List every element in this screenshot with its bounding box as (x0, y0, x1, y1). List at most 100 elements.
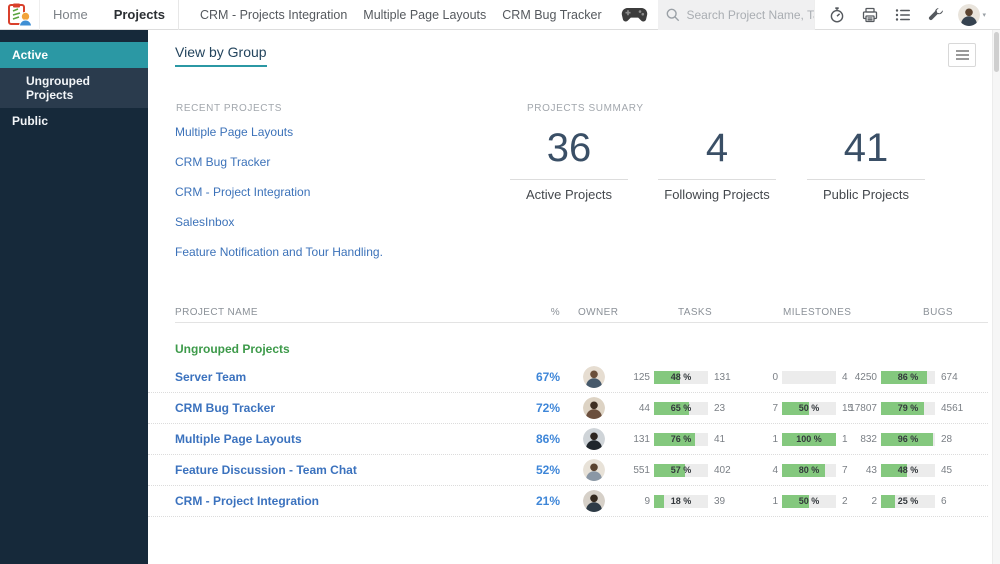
project-table: Server Team 67% 125 48 % 131 0 4 4250 86… (148, 362, 988, 517)
bugs-closed-count: 45 (941, 465, 953, 476)
project-percent-link[interactable]: 72% (536, 401, 560, 415)
project-link[interactable]: CRM - Project Integration (175, 494, 319, 508)
sidebar-item-ungrouped-projects[interactable]: Ungrouped Projects (0, 68, 148, 108)
project-percent-link[interactable]: 21% (536, 494, 560, 508)
view-by-group-selector[interactable]: View by Group (175, 44, 267, 67)
project-percent-link[interactable]: 67% (536, 370, 560, 384)
project-percent-link[interactable]: 86% (536, 432, 560, 446)
milestones-open-count: 1 (772, 434, 778, 445)
nav-projects[interactable]: Projects (101, 0, 178, 30)
gamepad-icon[interactable] (621, 7, 648, 22)
tasks-closed-count: 402 (714, 465, 731, 476)
milestones-progress-bar (782, 362, 836, 393)
search-icon (667, 8, 680, 21)
scrollbar-thumb[interactable] (994, 32, 999, 72)
owner-avatar[interactable] (583, 428, 605, 450)
feed-icon[interactable] (895, 7, 911, 23)
tasks-progress-bar: 18 % (654, 486, 708, 517)
printer-icon[interactable] (862, 7, 878, 23)
chevron-down-icon: ▾ (982, 11, 986, 19)
tasks-closed-count: 41 (714, 434, 726, 445)
tasks-closed-count: 23 (714, 403, 726, 414)
bugs-closed-count: 4561 (941, 403, 964, 414)
search-input[interactable] (686, 7, 815, 22)
project-group-label: Ungrouped Projects (175, 342, 290, 356)
bugs-progress-bar: 96 % (881, 424, 935, 455)
tab-crm-bug-tracker[interactable]: CRM Bug Tracker (494, 0, 609, 30)
bugs-progress-bar: 25 % (881, 486, 935, 517)
app-logo-icon[interactable] (0, 0, 40, 30)
project-link[interactable]: Multiple Page Layouts (175, 432, 302, 446)
nav-home[interactable]: Home (40, 0, 101, 30)
bugs-open-count: 832 (860, 434, 877, 445)
col-header-milestones: MILESTONES (783, 307, 852, 318)
bugs-open-count: 4250 (854, 372, 877, 383)
topbar-icons (814, 0, 958, 30)
milestones-open-count: 7 (772, 403, 778, 414)
recent-link-feature-notification[interactable]: Feature Notification and Tour Handling. (175, 245, 383, 259)
recent-project-tabs: CRM - Projects Integration Multiple Page… (179, 0, 610, 30)
topbar: Home Projects CRM - Projects Integration… (0, 0, 1000, 30)
stat-label: Following Projects (664, 187, 770, 202)
vertical-scrollbar[interactable] (992, 30, 1000, 564)
milestones-open-count: 4 (772, 465, 778, 476)
tasks-open-count: 125 (633, 372, 650, 383)
milestones-progress-bar: 50 % (782, 486, 836, 517)
wrench-icon[interactable] (928, 7, 944, 23)
sidebar-item-public[interactable]: Public (0, 108, 148, 134)
recent-link-multiple-page-layouts[interactable]: Multiple Page Layouts (175, 125, 293, 139)
divider (175, 322, 988, 323)
recent-link-salesinbox[interactable]: SalesInbox (175, 215, 234, 229)
bugs-open-count: 43 (865, 465, 877, 476)
bugs-progress-bar: 48 % (881, 455, 935, 486)
col-header-owner: OWNER (578, 307, 619, 318)
hamburger-icon (955, 50, 969, 52)
tasks-open-count: 44 (638, 403, 650, 414)
user-avatar (958, 3, 981, 26)
stat-active-projects: 36 Active Projects (489, 125, 649, 202)
sidebar: Active Ungrouped Projects Public (0, 30, 148, 564)
table-row: CRM - Project Integration 21% 9 18 % 39 … (148, 486, 988, 517)
stat-value: 36 (546, 126, 592, 170)
topbar-right: ▾ (621, 0, 1000, 30)
stat-public-projects: 41 Public Projects (786, 125, 946, 202)
layout-menu-button[interactable] (948, 43, 976, 67)
recent-link-crm-bug-tracker[interactable]: CRM Bug Tracker (175, 155, 270, 169)
timer-icon[interactable] (829, 6, 845, 23)
tasks-open-count: 9 (644, 496, 650, 507)
project-percent-link[interactable]: 52% (536, 463, 560, 477)
stat-label: Active Projects (526, 187, 612, 202)
bugs-progress-bar: 86 % (881, 362, 935, 393)
divider (510, 179, 628, 180)
project-link[interactable]: Server Team (175, 370, 246, 384)
project-link[interactable]: CRM Bug Tracker (175, 401, 275, 415)
user-menu[interactable]: ▾ (958, 3, 986, 26)
stat-label: Public Projects (823, 187, 909, 202)
owner-avatar[interactable] (583, 490, 605, 512)
divider (658, 179, 776, 180)
stat-following-projects: 4 Following Projects (637, 125, 797, 202)
main-content: View by Group RECENT PROJECTS Multiple P… (148, 30, 1000, 564)
owner-avatar[interactable] (583, 366, 605, 388)
owner-avatar[interactable] (583, 459, 605, 481)
project-link[interactable]: Feature Discussion - Team Chat (175, 463, 357, 477)
stat-value: 41 (843, 126, 889, 170)
milestones-progress-bar: 100 % (782, 424, 836, 455)
recent-link-crm-project-integration[interactable]: CRM - Project Integration (175, 185, 310, 199)
table-row: Feature Discussion - Team Chat 52% 551 5… (148, 455, 988, 486)
sidebar-item-active[interactable]: Active (0, 42, 148, 68)
tab-multiple-page-layouts[interactable]: Multiple Page Layouts (355, 0, 494, 30)
owner-avatar[interactable] (583, 397, 605, 419)
search-box (658, 0, 815, 30)
milestones-open-count: 1 (772, 496, 778, 507)
tasks-progress-bar: 76 % (654, 424, 708, 455)
tab-crm-projects-integration[interactable]: CRM - Projects Integration (192, 0, 355, 30)
milestones-progress-bar: 50 % (782, 393, 836, 424)
tasks-closed-count: 39 (714, 496, 726, 507)
projects-logo-icon (7, 3, 32, 26)
milestones-open-count: 0 (772, 372, 778, 383)
col-header-percent: % (550, 307, 560, 318)
divider (807, 179, 925, 180)
tasks-progress-bar: 57 % (654, 455, 708, 486)
table-row: Server Team 67% 125 48 % 131 0 4 4250 86… (148, 362, 988, 393)
